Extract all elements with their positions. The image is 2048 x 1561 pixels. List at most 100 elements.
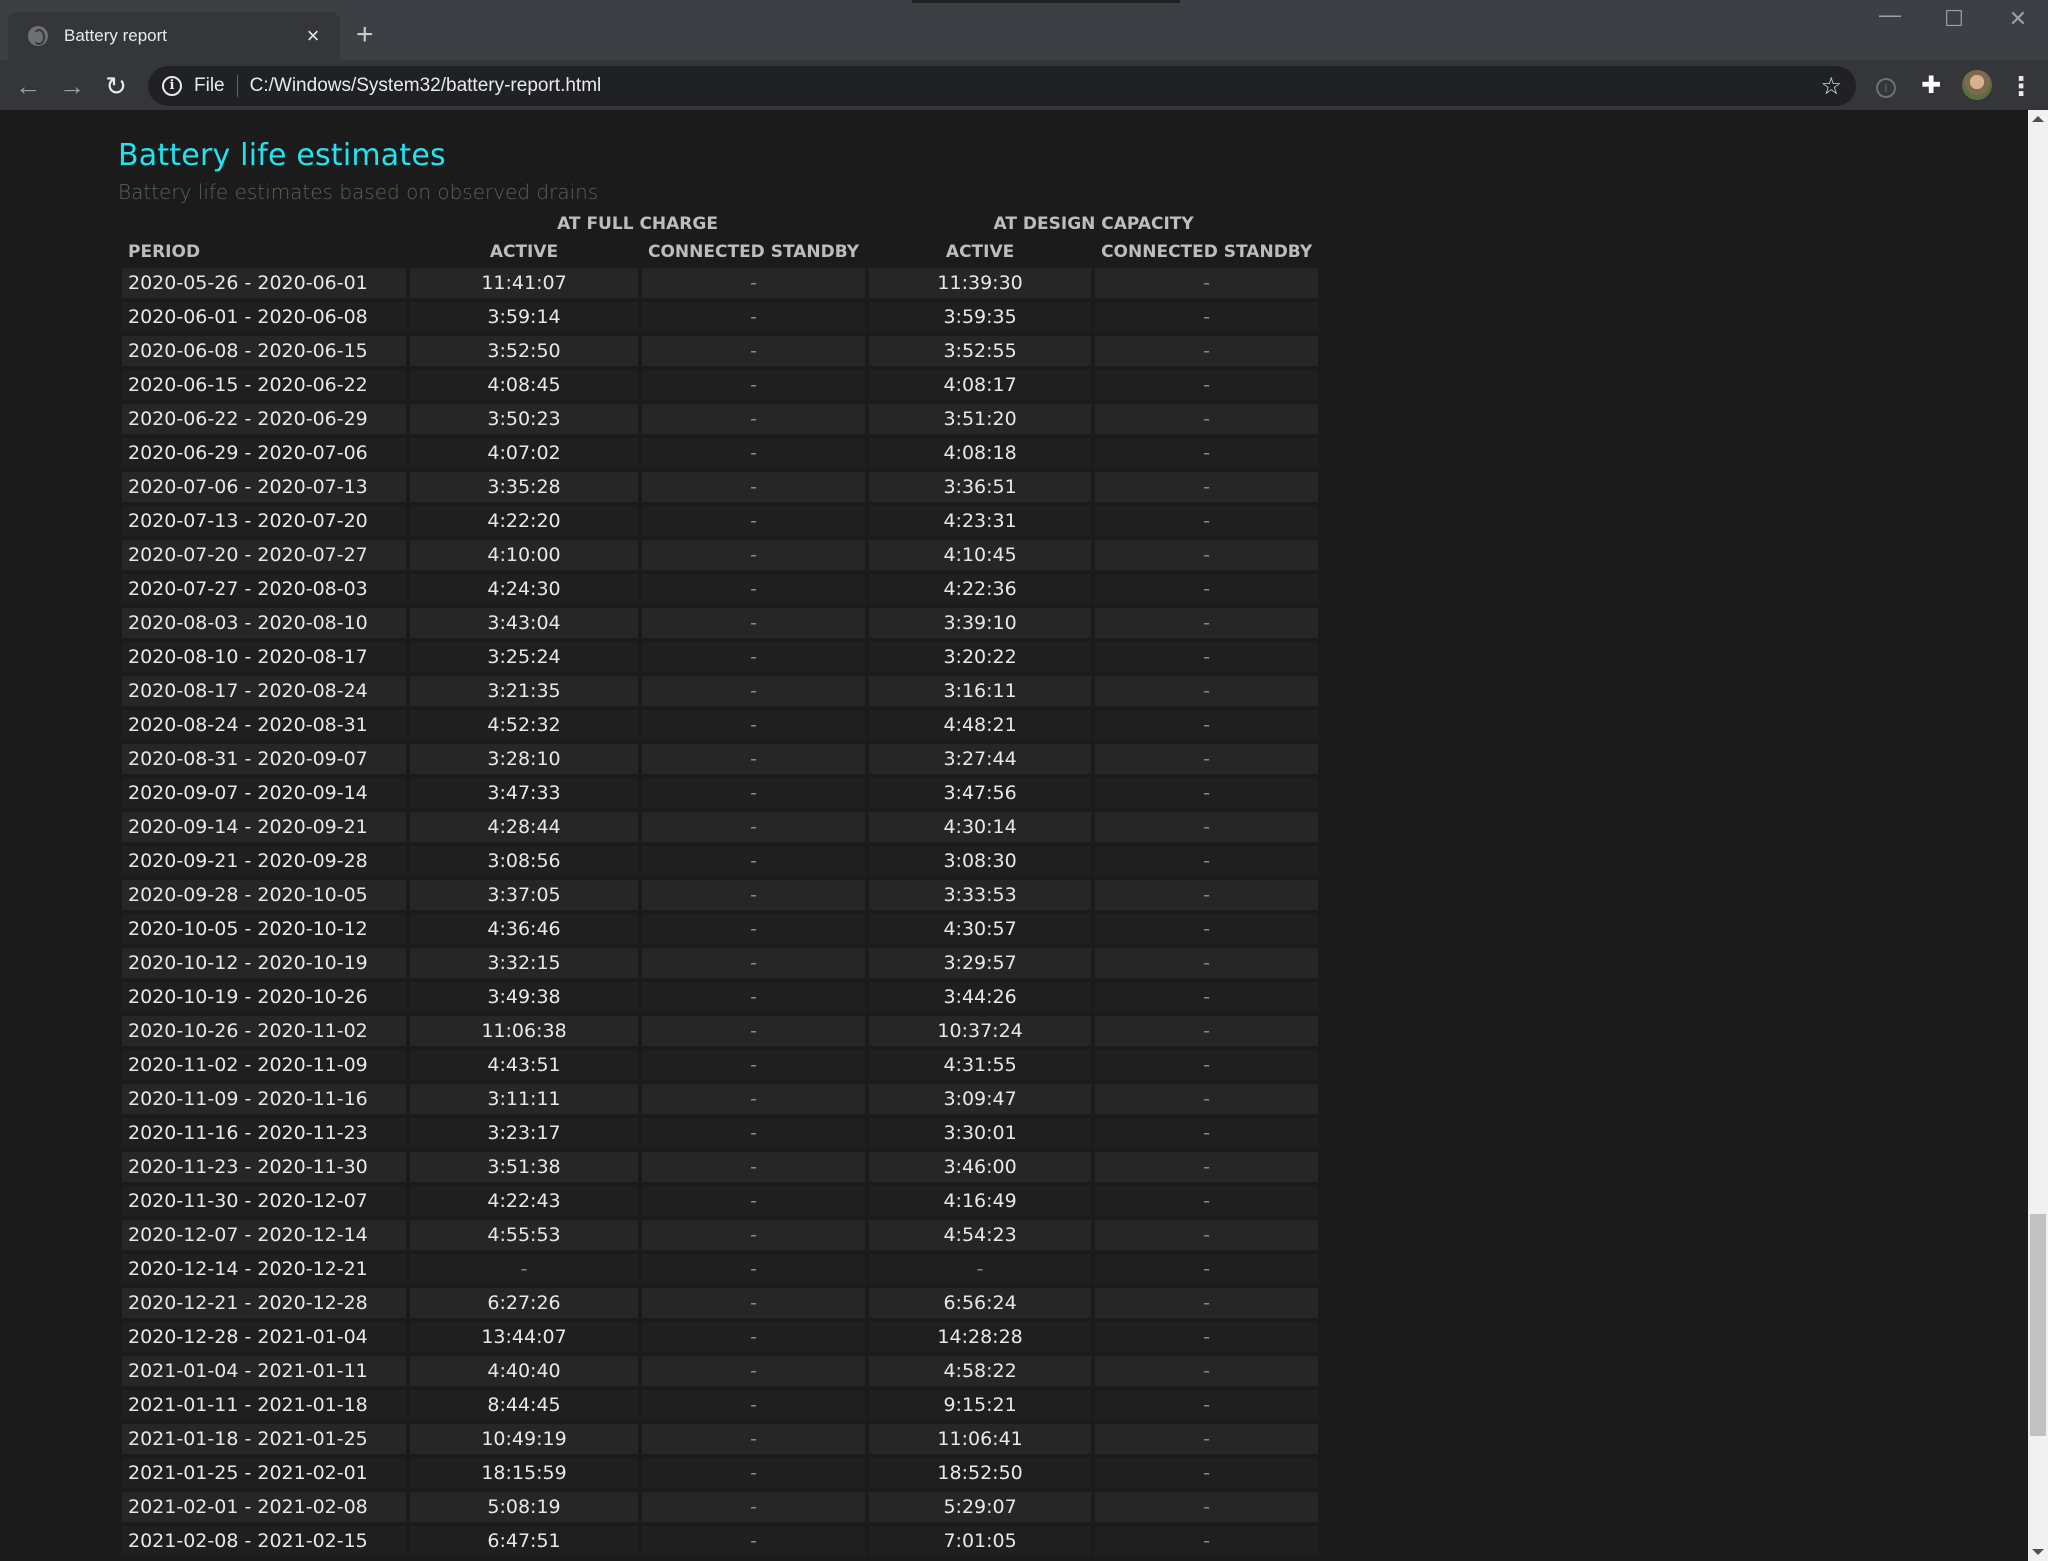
bookmark-star-icon[interactable]: ☆ bbox=[1820, 72, 1842, 101]
scrollbar-thumb[interactable] bbox=[2030, 1214, 2046, 1436]
maximize-button[interactable]: ☐ bbox=[1932, 6, 1976, 32]
full-charge-active-cell: 3:11:11 bbox=[410, 1084, 638, 1114]
design-capacity-standby-cell: - bbox=[1095, 1424, 1319, 1454]
design-capacity-standby-cell: - bbox=[1095, 1526, 1319, 1556]
full-charge-standby-cell: - bbox=[642, 1492, 866, 1522]
full-charge-active-cell: 4:40:40 bbox=[410, 1356, 638, 1386]
full-charge-active-cell: 6:27:26 bbox=[410, 1288, 638, 1318]
period-cell: 2020-12-14 - 2020-12-21 bbox=[122, 1254, 406, 1284]
design-capacity-standby-cell: - bbox=[1095, 1322, 1319, 1352]
table-row: 2021-01-25 - 2021-02-01 18:15:59-18:52:50… bbox=[122, 1458, 1319, 1488]
design-capacity-active-cell: 4:22:36 bbox=[869, 574, 1092, 604]
tab-battery-report[interactable]: Battery report × bbox=[8, 12, 340, 60]
table-row: 2020-06-15 - 2020-06-22 4:08:45-4:08:17- bbox=[122, 370, 1319, 400]
design-capacity-standby-cell: - bbox=[1095, 404, 1319, 434]
period-cell: 2020-09-21 - 2020-09-28 bbox=[122, 846, 406, 876]
period-cell: 2020-06-15 - 2020-06-22 bbox=[122, 370, 406, 400]
full-charge-active-cell: 10:49:19 bbox=[410, 1424, 638, 1454]
minimize-button[interactable]: — bbox=[1868, 2, 1912, 28]
table-row: 2020-05-26 - 2020-06-01 11:41:07-11:39:30… bbox=[122, 268, 1319, 298]
full-charge-active-cell: 3:25:24 bbox=[410, 642, 638, 672]
design-capacity-active-cell: 14:28:28 bbox=[869, 1322, 1092, 1352]
full-charge-standby-cell: - bbox=[642, 1118, 866, 1148]
scroll-down-arrow-icon[interactable] bbox=[2032, 1549, 2044, 1555]
table-row: 2020-08-17 - 2020-08-24 3:21:35-3:16:11- bbox=[122, 676, 1319, 706]
full-charge-active-cell: - bbox=[410, 1254, 638, 1284]
period-cell: 2020-11-23 - 2020-11-30 bbox=[122, 1152, 406, 1182]
url-text[interactable]: C:/Windows/System32/battery-report.html bbox=[250, 75, 1821, 97]
full-charge-standby-cell: - bbox=[642, 1424, 866, 1454]
period-cell: 2020-10-05 - 2020-10-12 bbox=[122, 914, 406, 944]
column-header-row: PERIOD ACTIVE CONNECTED STANDBY ACTIVE C… bbox=[122, 240, 1318, 264]
full-charge-standby-cell: - bbox=[642, 404, 866, 434]
design-capacity-active-cell: 4:48:21 bbox=[869, 710, 1092, 740]
forward-button[interactable]: → bbox=[54, 68, 90, 104]
design-capacity-standby-cell: - bbox=[1095, 506, 1319, 536]
design-capacity-standby-cell: - bbox=[1095, 336, 1319, 366]
full-charge-active-cell: 18:15:59 bbox=[410, 1458, 638, 1488]
browser-menu-icon[interactable]: ⋮ bbox=[2008, 70, 2034, 102]
table-row: 2020-06-29 - 2020-07-06 4:07:02-4:08:18- bbox=[122, 438, 1319, 468]
extension-icon[interactable]: i bbox=[1872, 70, 1900, 102]
design-capacity-active-cell: 3:27:44 bbox=[869, 744, 1092, 774]
design-capacity-active-cell: 3:09:47 bbox=[869, 1084, 1092, 1114]
design-capacity-active-cell: 3:30:01 bbox=[869, 1118, 1092, 1148]
design-capacity-standby-cell: - bbox=[1095, 608, 1319, 638]
close-window-button[interactable]: ✕ bbox=[1996, 6, 2040, 32]
full-charge-standby-cell: - bbox=[642, 1016, 866, 1046]
full-charge-active-cell: 3:52:50 bbox=[410, 336, 638, 366]
scroll-up-arrow-icon[interactable] bbox=[2032, 116, 2044, 122]
design-capacity-active-cell: 4:16:49 bbox=[869, 1186, 1092, 1216]
design-capacity-standby-cell: - bbox=[1095, 642, 1319, 672]
design-capacity-active-cell: 3:44:26 bbox=[869, 982, 1092, 1012]
profile-avatar[interactable] bbox=[1962, 70, 1992, 100]
design-capacity-active-cell: 3:52:55 bbox=[869, 336, 1092, 366]
back-button[interactable]: ← bbox=[10, 68, 46, 104]
column-header-design-active: ACTIVE bbox=[945, 242, 1015, 262]
extensions-puzzle-icon[interactable]: ✚ bbox=[1916, 70, 1946, 102]
full-charge-standby-cell: - bbox=[642, 744, 866, 774]
full-charge-standby-cell: - bbox=[642, 914, 866, 944]
period-cell: 2020-08-10 - 2020-08-17 bbox=[122, 642, 406, 672]
column-header-period: PERIOD bbox=[128, 242, 201, 262]
table-row: 2020-12-07 - 2020-12-14 4:55:53-4:54:23- bbox=[122, 1220, 1319, 1250]
design-capacity-active-cell: 4:54:23 bbox=[869, 1220, 1092, 1250]
full-charge-active-cell: 3:23:17 bbox=[410, 1118, 638, 1148]
design-capacity-standby-cell: - bbox=[1095, 812, 1319, 842]
full-charge-active-cell: 3:59:14 bbox=[410, 302, 638, 332]
tab-close-icon[interactable]: × bbox=[298, 23, 328, 49]
design-capacity-standby-cell: - bbox=[1095, 540, 1319, 570]
column-header-full-active: ACTIVE bbox=[489, 242, 559, 262]
design-capacity-active-cell: 3:46:00 bbox=[869, 1152, 1092, 1182]
section-subtitle: Battery life estimates based on observed… bbox=[118, 180, 599, 204]
design-capacity-active-cell: 6:56:24 bbox=[869, 1288, 1092, 1318]
period-cell: 2020-06-29 - 2020-07-06 bbox=[122, 438, 406, 468]
period-cell: 2020-09-14 - 2020-09-21 bbox=[122, 812, 406, 842]
table-row: 2021-01-11 - 2021-01-18 8:44:45-9:15:21- bbox=[122, 1390, 1319, 1420]
site-info-icon[interactable]: i bbox=[162, 76, 182, 96]
table-row: 2021-02-01 - 2021-02-08 5:08:19-5:29:07- bbox=[122, 1492, 1319, 1522]
reload-button[interactable]: ↻ bbox=[98, 68, 134, 104]
address-bar[interactable]: i File C:/Windows/System32/battery-repor… bbox=[148, 66, 1856, 106]
full-charge-standby-cell: - bbox=[642, 608, 866, 638]
full-charge-standby-cell: - bbox=[642, 1152, 866, 1182]
full-charge-standby-cell: - bbox=[642, 1186, 866, 1216]
design-capacity-active-cell: 3:59:35 bbox=[869, 302, 1092, 332]
design-capacity-standby-cell: - bbox=[1095, 1084, 1319, 1114]
full-charge-standby-cell: - bbox=[642, 812, 866, 842]
vertical-scrollbar[interactable] bbox=[2028, 110, 2048, 1561]
table-row: 2020-07-27 - 2020-08-03 4:24:30-4:22:36- bbox=[122, 574, 1319, 604]
full-charge-standby-cell: - bbox=[642, 1356, 866, 1386]
design-capacity-active-cell: 3:16:11 bbox=[869, 676, 1092, 706]
design-capacity-standby-cell: - bbox=[1095, 710, 1319, 740]
full-charge-active-cell: 4:07:02 bbox=[410, 438, 638, 468]
group-header-spacer bbox=[122, 212, 406, 236]
full-charge-active-cell: 3:28:10 bbox=[410, 744, 638, 774]
full-charge-active-cell: 11:06:38 bbox=[410, 1016, 638, 1046]
full-charge-standby-cell: - bbox=[642, 506, 866, 536]
table-row: 2020-12-21 - 2020-12-28 6:27:26-6:56:24- bbox=[122, 1288, 1319, 1318]
period-cell: 2020-06-22 - 2020-06-29 bbox=[122, 404, 406, 434]
table-row: 2020-09-07 - 2020-09-14 3:47:33-3:47:56- bbox=[122, 778, 1319, 808]
new-tab-button[interactable]: + bbox=[356, 20, 374, 50]
period-cell: 2020-12-21 - 2020-12-28 bbox=[122, 1288, 406, 1318]
